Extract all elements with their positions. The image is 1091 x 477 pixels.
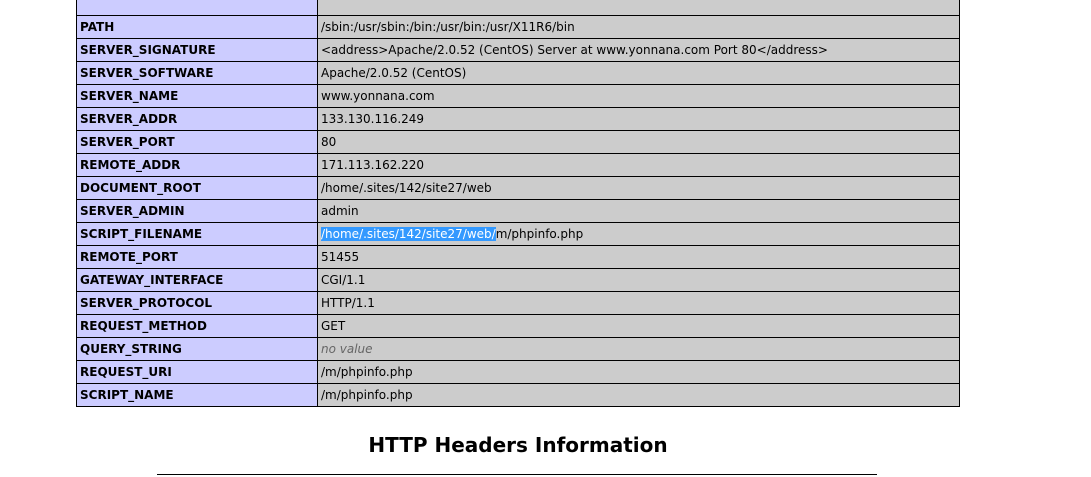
table-row: SERVER_PROTOCOL HTTP/1.1 bbox=[76, 291, 960, 315]
variable-value: HTTP/1.1 bbox=[317, 291, 960, 315]
variable-name: SERVER_SOFTWARE bbox=[76, 61, 318, 85]
variable-name: QUERY_STRING bbox=[76, 337, 318, 361]
variable-name: SERVER_NAME bbox=[76, 84, 318, 108]
variable-value: Apache/2.0.52 (CentOS) bbox=[317, 61, 960, 85]
variable-name: REQUEST_URI bbox=[76, 360, 318, 384]
table-row: SERVER_ADMIN admin bbox=[76, 199, 960, 223]
table-row: DOCUMENT_ROOT /home/.sites/142/site27/we… bbox=[76, 176, 960, 200]
variable-name: REQUEST_METHOD bbox=[76, 314, 318, 338]
variable-value: /m/phpinfo.php bbox=[317, 383, 960, 407]
table-row: REMOTE_ADDR 171.113.162.220 bbox=[76, 153, 960, 177]
table-row: GATEWAY_INTERFACE CGI/1.1 bbox=[76, 268, 960, 292]
section-title: HTTP Headers Information bbox=[368, 433, 668, 457]
variable-name: GATEWAY_INTERFACE bbox=[76, 268, 318, 292]
variable-value: 51455 bbox=[317, 245, 960, 269]
variable-value: admin bbox=[317, 199, 960, 223]
table-row: REQUEST_URI /m/phpinfo.php bbox=[76, 360, 960, 384]
table-row: REQUEST_METHOD GET bbox=[76, 314, 960, 338]
variable-value: 80 bbox=[317, 130, 960, 154]
variable-value: 133.130.116.249 bbox=[317, 107, 960, 131]
table-row: SERVER_ADDR 133.130.116.249 bbox=[76, 107, 960, 131]
variable-value bbox=[317, 0, 960, 16]
table-row: SERVER_PORT 80 bbox=[76, 130, 960, 154]
table-row: SERVER_SOFTWARE Apache/2.0.52 (CentOS) bbox=[76, 61, 960, 85]
table-row: SERVER_SIGNATURE <address>Apache/2.0.52 … bbox=[76, 38, 960, 62]
variable-name bbox=[76, 0, 318, 16]
variable-name: SERVER_ADMIN bbox=[76, 199, 318, 223]
environment-variables-table: PATH /sbin:/usr/sbin:/bin:/usr/bin:/usr/… bbox=[76, 0, 960, 407]
table-row: REMOTE_PORT 51455 bbox=[76, 245, 960, 269]
table-row: PATH /sbin:/usr/sbin:/bin:/usr/bin:/usr/… bbox=[76, 15, 960, 39]
variable-name: SCRIPT_FILENAME bbox=[76, 222, 318, 246]
variable-name: SERVER_PROTOCOL bbox=[76, 291, 318, 315]
variable-value: www.yonnana.com bbox=[317, 84, 960, 108]
variable-value[interactable]: /home/.sites/142/site27/web/m/phpinfo.ph… bbox=[317, 222, 960, 246]
table-row: SCRIPT_FILENAME /home/.sites/142/site27/… bbox=[76, 222, 960, 246]
variable-value: no value bbox=[317, 337, 960, 361]
variable-name: DOCUMENT_ROOT bbox=[76, 176, 318, 200]
variable-name: PATH bbox=[76, 15, 318, 39]
selected-text[interactable]: /home/.sites/142/site27/web/ bbox=[321, 227, 496, 241]
variable-value: /sbin:/usr/sbin:/bin:/usr/bin:/usr/X11R6… bbox=[317, 15, 960, 39]
next-table-border bbox=[157, 474, 877, 475]
variable-name: SERVER_ADDR bbox=[76, 107, 318, 131]
table-row: QUERY_STRING no value bbox=[76, 337, 960, 361]
no-value-text: no value bbox=[321, 342, 373, 356]
variable-name: REMOTE_PORT bbox=[76, 245, 318, 269]
variable-value: /m/phpinfo.php bbox=[317, 360, 960, 384]
unselected-text: m/phpinfo.php bbox=[495, 227, 584, 241]
variable-value: /home/.sites/142/site27/web bbox=[317, 176, 960, 200]
variable-value: <address>Apache/2.0.52 (CentOS) Server a… bbox=[317, 38, 960, 62]
variable-value: CGI/1.1 bbox=[317, 268, 960, 292]
table-row: SERVER_NAME www.yonnana.com bbox=[76, 84, 960, 108]
variable-name: SERVER_SIGNATURE bbox=[76, 38, 318, 62]
variable-name: SCRIPT_NAME bbox=[76, 383, 318, 407]
table-row bbox=[76, 0, 960, 16]
table-row: SCRIPT_NAME /m/phpinfo.php bbox=[76, 383, 960, 407]
variable-name: REMOTE_ADDR bbox=[76, 153, 318, 177]
variable-value: 171.113.162.220 bbox=[317, 153, 960, 177]
variable-name: SERVER_PORT bbox=[76, 130, 318, 154]
variable-value: GET bbox=[317, 314, 960, 338]
